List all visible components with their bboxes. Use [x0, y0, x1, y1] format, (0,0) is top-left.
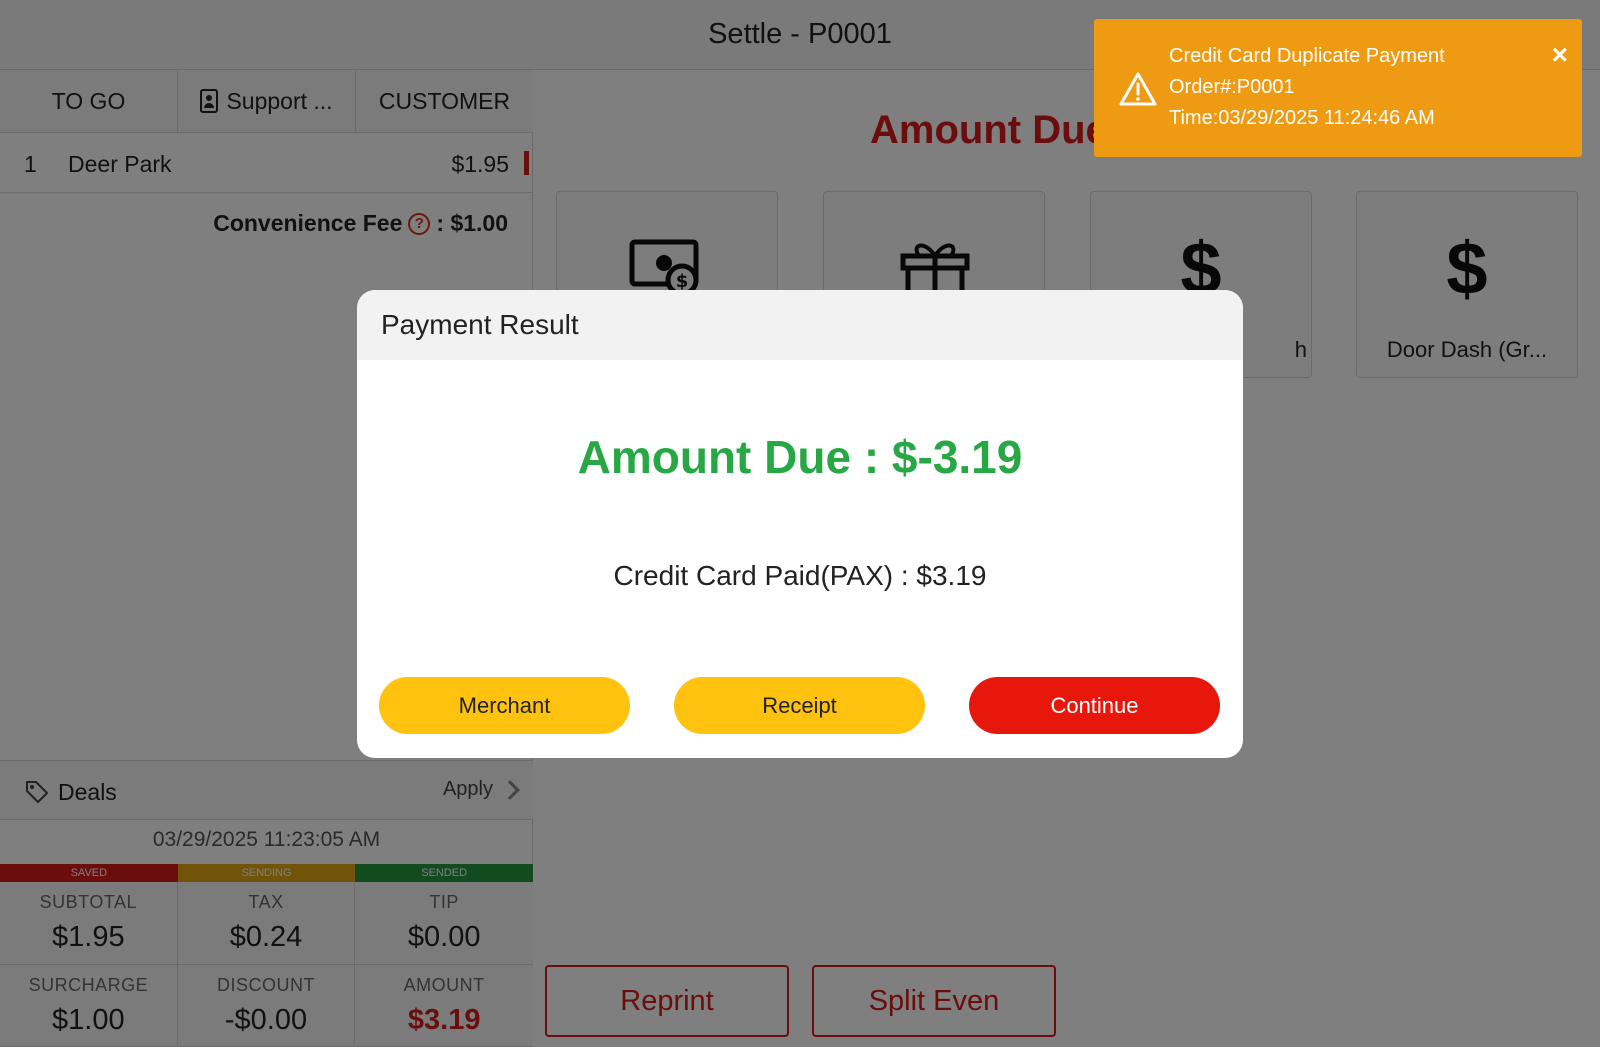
toast-time: Time:03/29/2025 11:24:46 AM — [1169, 107, 1435, 129]
continue-button[interactable]: Continue — [969, 677, 1220, 734]
duplicate-payment-toast: Credit Card Duplicate Payment Order#:P00… — [1094, 19, 1582, 157]
dialog-title: Payment Result — [381, 309, 579, 340]
toast-order: Order#:P0001 — [1169, 76, 1295, 98]
dialog-paid-line: Credit Card Paid(PAX) : $3.19 — [613, 560, 987, 591]
payment-result-dialog: Payment Result Amount Due : $-3.19 Credi… — [357, 290, 1243, 758]
merchant-button[interactable]: Merchant — [379, 677, 630, 734]
dialog-header: Payment Result — [357, 290, 1243, 360]
toast-title: Credit Card Duplicate Payment — [1169, 45, 1445, 67]
receipt-button[interactable]: Receipt — [674, 677, 925, 734]
warning-icon — [1119, 72, 1157, 106]
close-icon[interactable]: × — [1552, 41, 1568, 69]
dialog-amount-due: Amount Due : $-3.19 — [577, 431, 1023, 483]
